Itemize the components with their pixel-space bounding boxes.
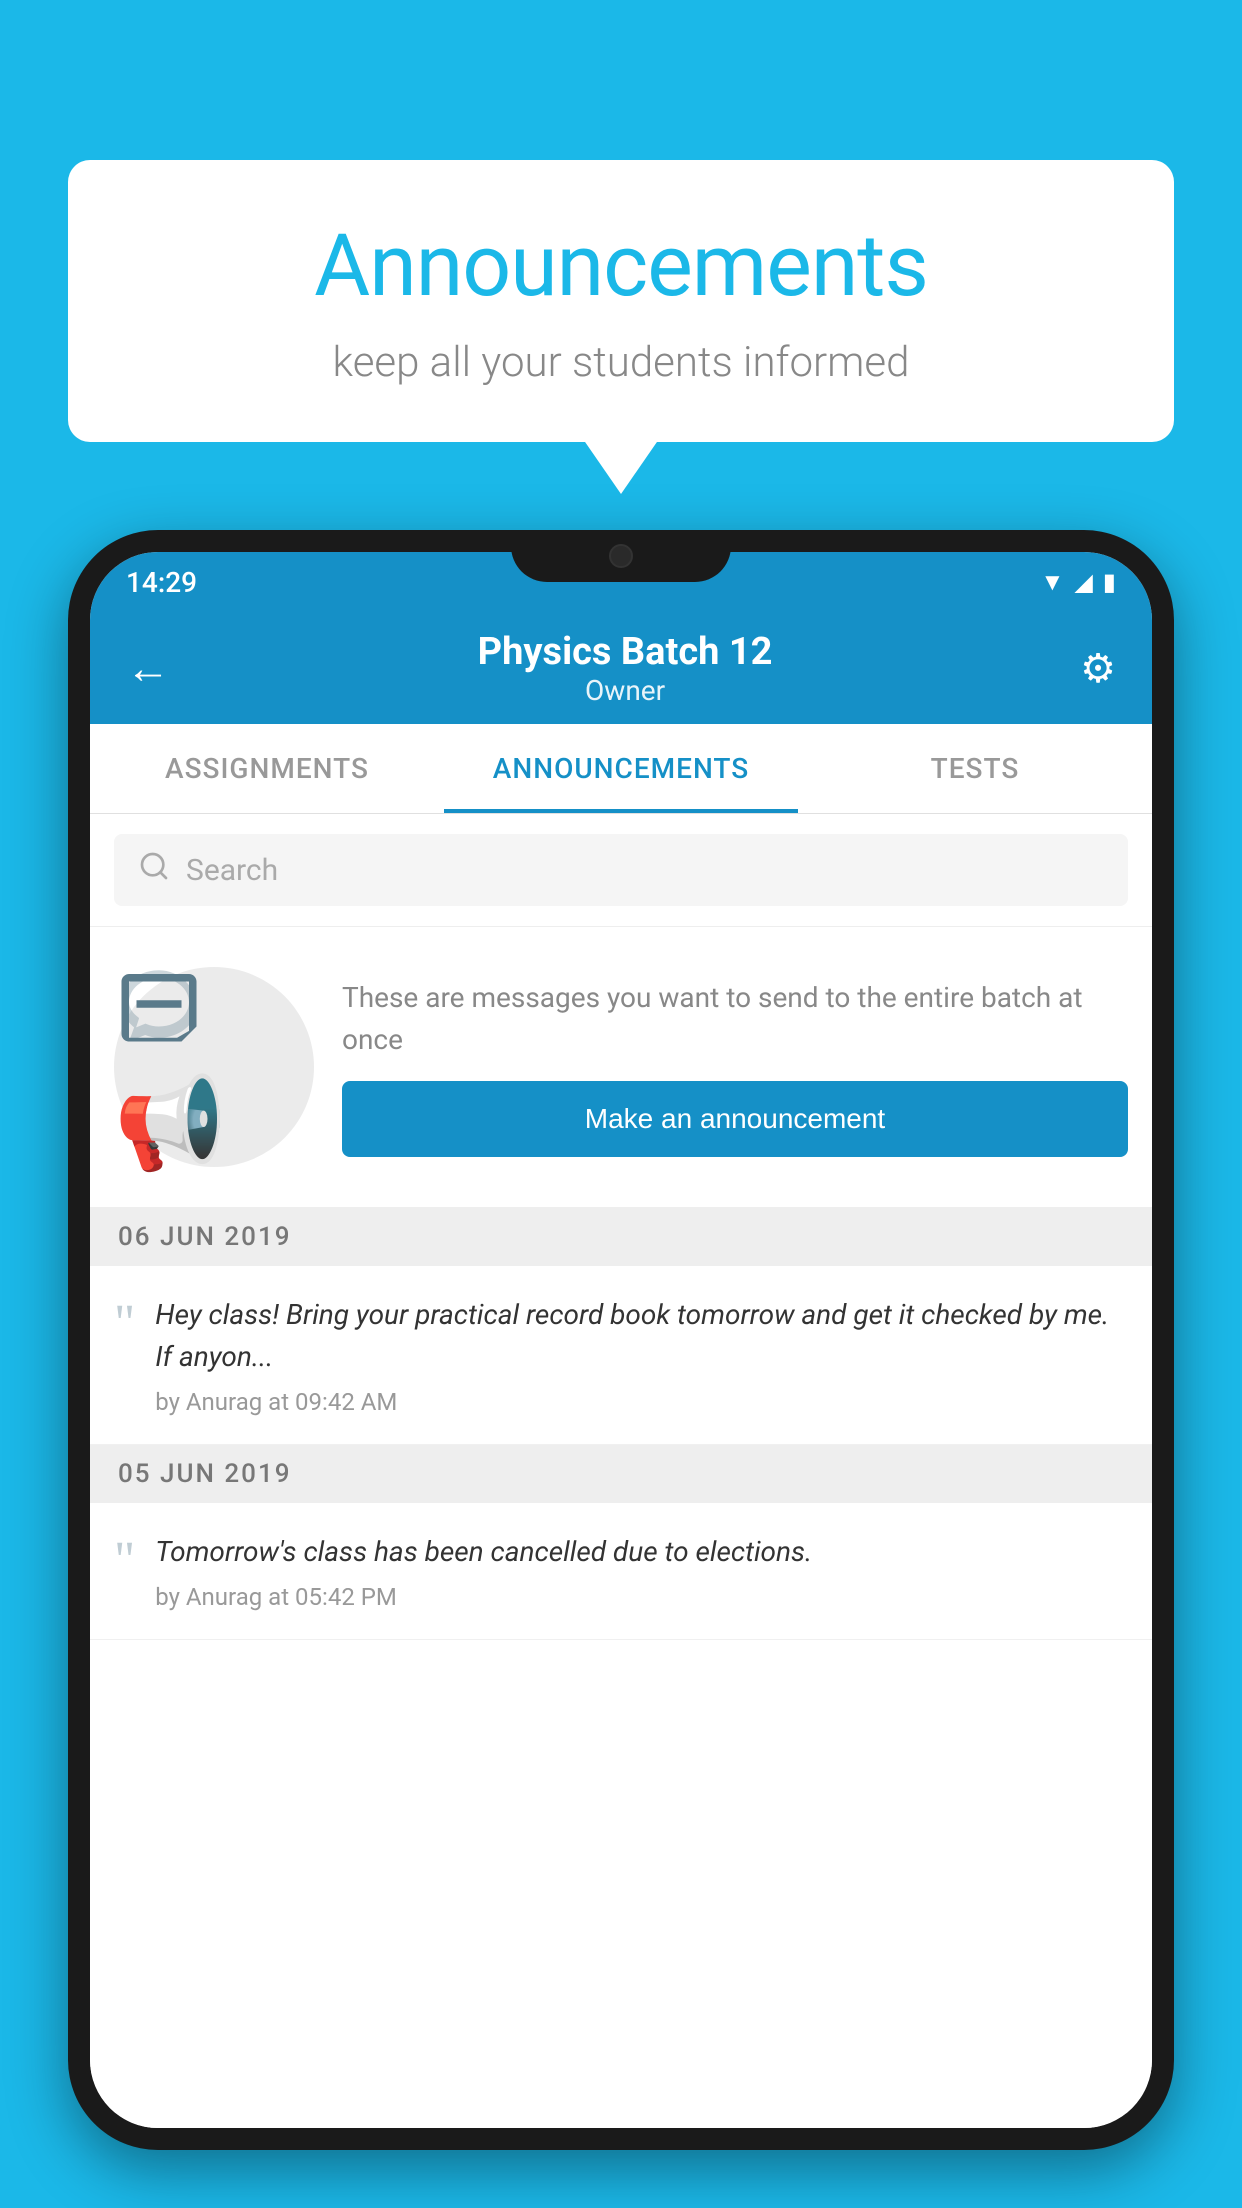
announcement-item-2: " Tomorrow's class has been cancelled du…: [90, 1503, 1152, 1640]
app-bar-title-section: Physics Batch 12 Owner: [478, 630, 773, 707]
phone-camera: [609, 544, 633, 568]
promo-icon-circle: 📢: [114, 967, 314, 1167]
app-bar-title: Physics Batch 12: [478, 630, 773, 674]
promo-section: 📢 These are messages you want to send to…: [90, 927, 1152, 1208]
quote-icon-1: ": [114, 1298, 135, 1350]
search-placeholder: Search: [186, 853, 278, 888]
wifi-icon: ▼: [1041, 568, 1065, 597]
back-button[interactable]: ←: [126, 642, 170, 694]
phone-notch: [511, 530, 731, 582]
promo-right: These are messages you want to send to t…: [342, 977, 1128, 1157]
make-announcement-button[interactable]: Make an announcement: [342, 1081, 1128, 1157]
search-input-wrapper[interactable]: Search: [114, 834, 1128, 906]
announcement-meta-2: by Anurag at 05:42 PM: [155, 1583, 1128, 1611]
signal-icon: ◢: [1074, 568, 1092, 596]
quote-icon-2: ": [114, 1535, 135, 1587]
phone-container: 14:29 ▼ ◢ ▮ ← Physics Batch 12 Owner ⚙: [68, 530, 1174, 2208]
speech-bubble-title: Announcements: [128, 215, 1114, 316]
search-bar: Search: [90, 814, 1152, 927]
app-bar-subtitle: Owner: [478, 674, 773, 707]
announcement-content-1: Hey class! Bring your practical record b…: [155, 1294, 1128, 1416]
promo-description: These are messages you want to send to t…: [342, 977, 1128, 1061]
tab-tests[interactable]: TESTS: [798, 724, 1152, 813]
announcement-icon: 📢: [114, 959, 314, 1176]
settings-button[interactable]: ⚙: [1080, 645, 1116, 692]
announcement-meta-1: by Anurag at 09:42 AM: [155, 1388, 1128, 1416]
status-icons: ▼ ◢ ▮: [1041, 568, 1116, 597]
search-icon: [138, 850, 170, 890]
status-time: 14:29: [126, 566, 197, 599]
speech-bubble-subtitle: keep all your students informed: [128, 338, 1114, 387]
phone-screen: 14:29 ▼ ◢ ▮ ← Physics Batch 12 Owner ⚙: [90, 552, 1152, 2128]
content-area: Search 📢: [90, 814, 1152, 2128]
tabs-bar: ASSIGNMENTS ANNOUNCEMENTS TESTS: [90, 724, 1152, 814]
app-bar: ← Physics Batch 12 Owner ⚙: [90, 612, 1152, 724]
speech-bubble: Announcements keep all your students inf…: [68, 160, 1174, 442]
date-divider-2: 05 JUN 2019: [90, 1445, 1152, 1503]
speech-bubble-container: Announcements keep all your students inf…: [68, 160, 1174, 442]
tab-assignments[interactable]: ASSIGNMENTS: [90, 724, 444, 813]
phone-outer: 14:29 ▼ ◢ ▮ ← Physics Batch 12 Owner ⚙: [68, 530, 1174, 2150]
announcement-text-2: Tomorrow's class has been cancelled due …: [155, 1531, 1128, 1573]
battery-icon: ▮: [1103, 568, 1116, 596]
date-divider-1: 06 JUN 2019: [90, 1208, 1152, 1266]
announcement-item-1: " Hey class! Bring your practical record…: [90, 1266, 1152, 1445]
announcement-text-1: Hey class! Bring your practical record b…: [155, 1294, 1128, 1378]
announcement-content-2: Tomorrow's class has been cancelled due …: [155, 1531, 1128, 1611]
tab-announcements[interactable]: ANNOUNCEMENTS: [444, 724, 798, 813]
